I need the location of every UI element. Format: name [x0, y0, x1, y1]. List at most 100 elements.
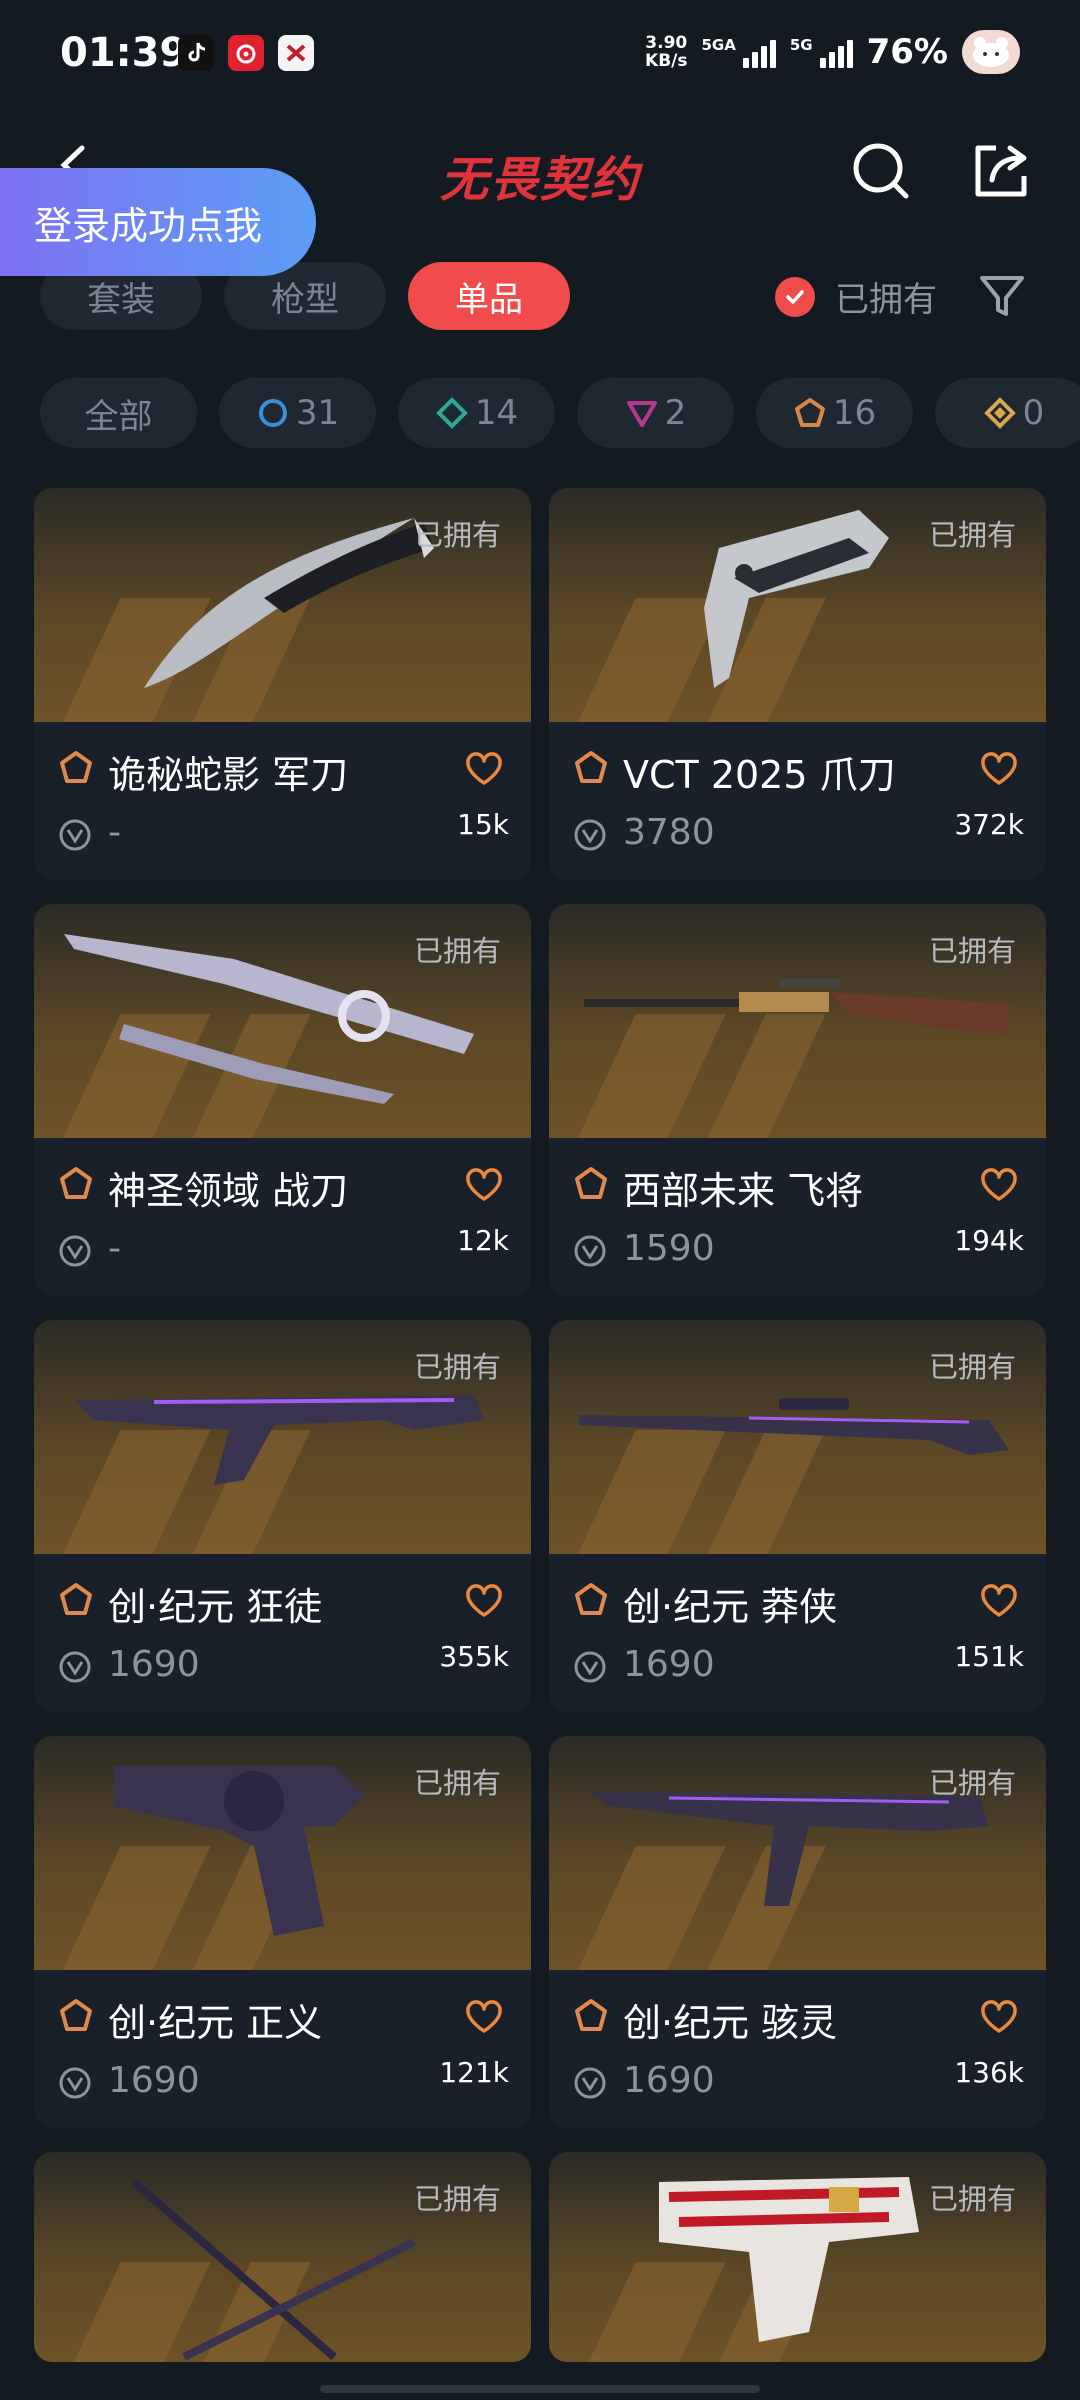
like-count: 151k	[954, 1640, 1024, 1673]
share-icon	[975, 145, 1027, 197]
owned-label: 已拥有	[413, 1350, 501, 1384]
ultra-edition-icon	[983, 397, 1016, 429]
like-count: 194k	[954, 1224, 1024, 1257]
exclusive-edition-icon	[60, 1999, 92, 2031]
rarity-filter-deluxe[interactable]: 14	[398, 378, 555, 448]
exclusive-edition-icon	[575, 751, 607, 783]
owned-label: 已拥有	[928, 1766, 1016, 1800]
login-success-button[interactable]: 登录成功点我	[0, 168, 316, 276]
owned-label: 已拥有	[928, 518, 1016, 552]
item-card[interactable]: 已拥有 西部未来 飞将 1590 194k	[549, 904, 1046, 1296]
item-name: VCT 2025 爪刀	[623, 753, 896, 797]
share-button[interactable]	[970, 140, 1032, 202]
owned-label: 已拥有	[928, 1350, 1016, 1384]
heart-icon[interactable]	[980, 2000, 1018, 2034]
item-image: 已拥有	[34, 1736, 531, 1970]
heart-icon[interactable]	[980, 1168, 1018, 1202]
exclusive-edition-icon	[60, 1167, 92, 1199]
clock: 01:39	[60, 30, 188, 76]
notification-icons	[178, 35, 314, 71]
exclusive-edition-icon	[794, 398, 825, 427]
owned-filter-label: 已拥有	[835, 280, 937, 320]
item-price: 1690	[623, 1644, 715, 1685]
search-icon	[853, 143, 909, 199]
owned-label: 已拥有	[928, 2182, 1016, 2216]
owned-label: 已拥有	[928, 934, 1016, 968]
network-speed: 3.90 KB/s	[645, 33, 688, 71]
item-image: 已拥有	[549, 488, 1046, 722]
item-card[interactable]: 已拥有 诡秘蛇影 军刀 - 15k	[34, 488, 531, 880]
item-card[interactable]: 已拥有	[549, 2152, 1046, 2362]
valorant-points-icon	[574, 1651, 606, 1683]
item-card[interactable]: 已拥有 创·纪元 莽侠 1690 151k	[549, 1320, 1046, 1712]
funnel-icon	[980, 276, 1024, 316]
exclusive-edition-icon	[575, 1167, 607, 1199]
rarity-filter-ultra[interactable]: 0	[935, 378, 1080, 448]
filter-button[interactable]	[976, 270, 1028, 322]
item-card[interactable]: 已拥有 创·纪元 骇灵 1690 136k	[549, 1736, 1046, 2128]
tab-single-items[interactable]: 单品	[408, 262, 570, 330]
item-image: 已拥有	[34, 904, 531, 1138]
valorant-points-icon	[574, 819, 606, 851]
heart-icon[interactable]	[980, 1584, 1018, 1618]
select-edition-icon	[258, 399, 287, 427]
tiktok-icon	[178, 35, 214, 71]
item-name: 创·纪元 骇灵	[623, 2001, 838, 2045]
owned-label: 已拥有	[413, 1766, 501, 1800]
item-card[interactable]: 已拥有 神圣领域 战刀 - 12k	[34, 904, 531, 1296]
rarity-filter-premium[interactable]: 2	[577, 378, 734, 448]
deluxe-edition-icon	[436, 397, 468, 429]
owned-label: 已拥有	[413, 934, 501, 968]
item-image: 已拥有	[34, 1320, 531, 1554]
netease-music-icon	[228, 35, 264, 71]
item-card[interactable]: 已拥有 VCT 2025 爪刀 3780 372k	[549, 488, 1046, 880]
search-button[interactable]	[850, 140, 912, 202]
game-app-icon	[278, 35, 314, 71]
like-count: 355k	[439, 1640, 509, 1673]
item-card[interactable]: 已拥有	[34, 2152, 531, 2362]
valorant-points-icon	[59, 819, 91, 851]
heart-icon[interactable]	[465, 1168, 503, 1202]
item-card[interactable]: 已拥有 创·纪元 狂徒 1690 355k	[34, 1320, 531, 1712]
item-name: 西部未来 飞将	[623, 1169, 864, 1213]
valorant-points-icon	[574, 2067, 606, 2099]
exclusive-edition-icon	[575, 1583, 607, 1615]
item-price: 1590	[623, 1228, 715, 1269]
checkmark-icon	[775, 276, 815, 317]
heart-icon[interactable]	[465, 752, 503, 786]
owned-filter-toggle[interactable]: 已拥有	[775, 272, 937, 321]
item-image: 已拥有	[549, 1736, 1046, 1970]
heart-icon[interactable]	[465, 2000, 503, 2034]
item-image: 已拥有	[34, 2152, 531, 2362]
item-price: 3780	[623, 812, 715, 853]
exclusive-edition-icon	[60, 1583, 92, 1615]
heart-icon[interactable]	[980, 752, 1018, 786]
item-price: -	[108, 1228, 121, 1269]
item-price: 1690	[108, 1644, 200, 1685]
like-count: 136k	[954, 2056, 1024, 2089]
like-count: 121k	[439, 2056, 509, 2089]
signal-5ga-icon: 5GA	[702, 36, 776, 68]
premium-edition-icon	[626, 401, 657, 427]
rarity-filter-row: 全部 31 14 2 16 0	[40, 378, 1080, 448]
item-card[interactable]: 已拥有 创·纪元 正义 1690 121k	[34, 1736, 531, 2128]
heart-icon[interactable]	[465, 1584, 503, 1618]
owned-label: 已拥有	[413, 518, 501, 552]
item-name: 诡秘蛇影 军刀	[108, 753, 349, 797]
rarity-filter-exclusive[interactable]: 16	[756, 378, 913, 448]
exclusive-edition-icon	[575, 1999, 607, 2031]
rarity-filter-all[interactable]: 全部	[40, 378, 197, 448]
battery-level: 76%	[866, 32, 948, 72]
item-name: 创·纪元 正义	[108, 2001, 323, 2045]
like-count: 12k	[457, 1224, 509, 1257]
home-indicator[interactable]	[320, 2385, 760, 2393]
valorant-points-icon	[59, 2067, 91, 2099]
item-name: 神圣领域 战刀	[108, 1169, 349, 1213]
status-indicators: 3.90 KB/s 5GA 5G 76%	[645, 30, 1020, 74]
owned-label: 已拥有	[413, 2182, 501, 2216]
item-name: 创·纪元 狂徒	[108, 1585, 323, 1629]
rarity-filter-select[interactable]: 31	[219, 378, 376, 448]
like-count: 15k	[457, 808, 509, 841]
item-name: 创·纪元 莽侠	[623, 1585, 838, 1629]
signal-5g-icon: 5G	[790, 36, 853, 68]
